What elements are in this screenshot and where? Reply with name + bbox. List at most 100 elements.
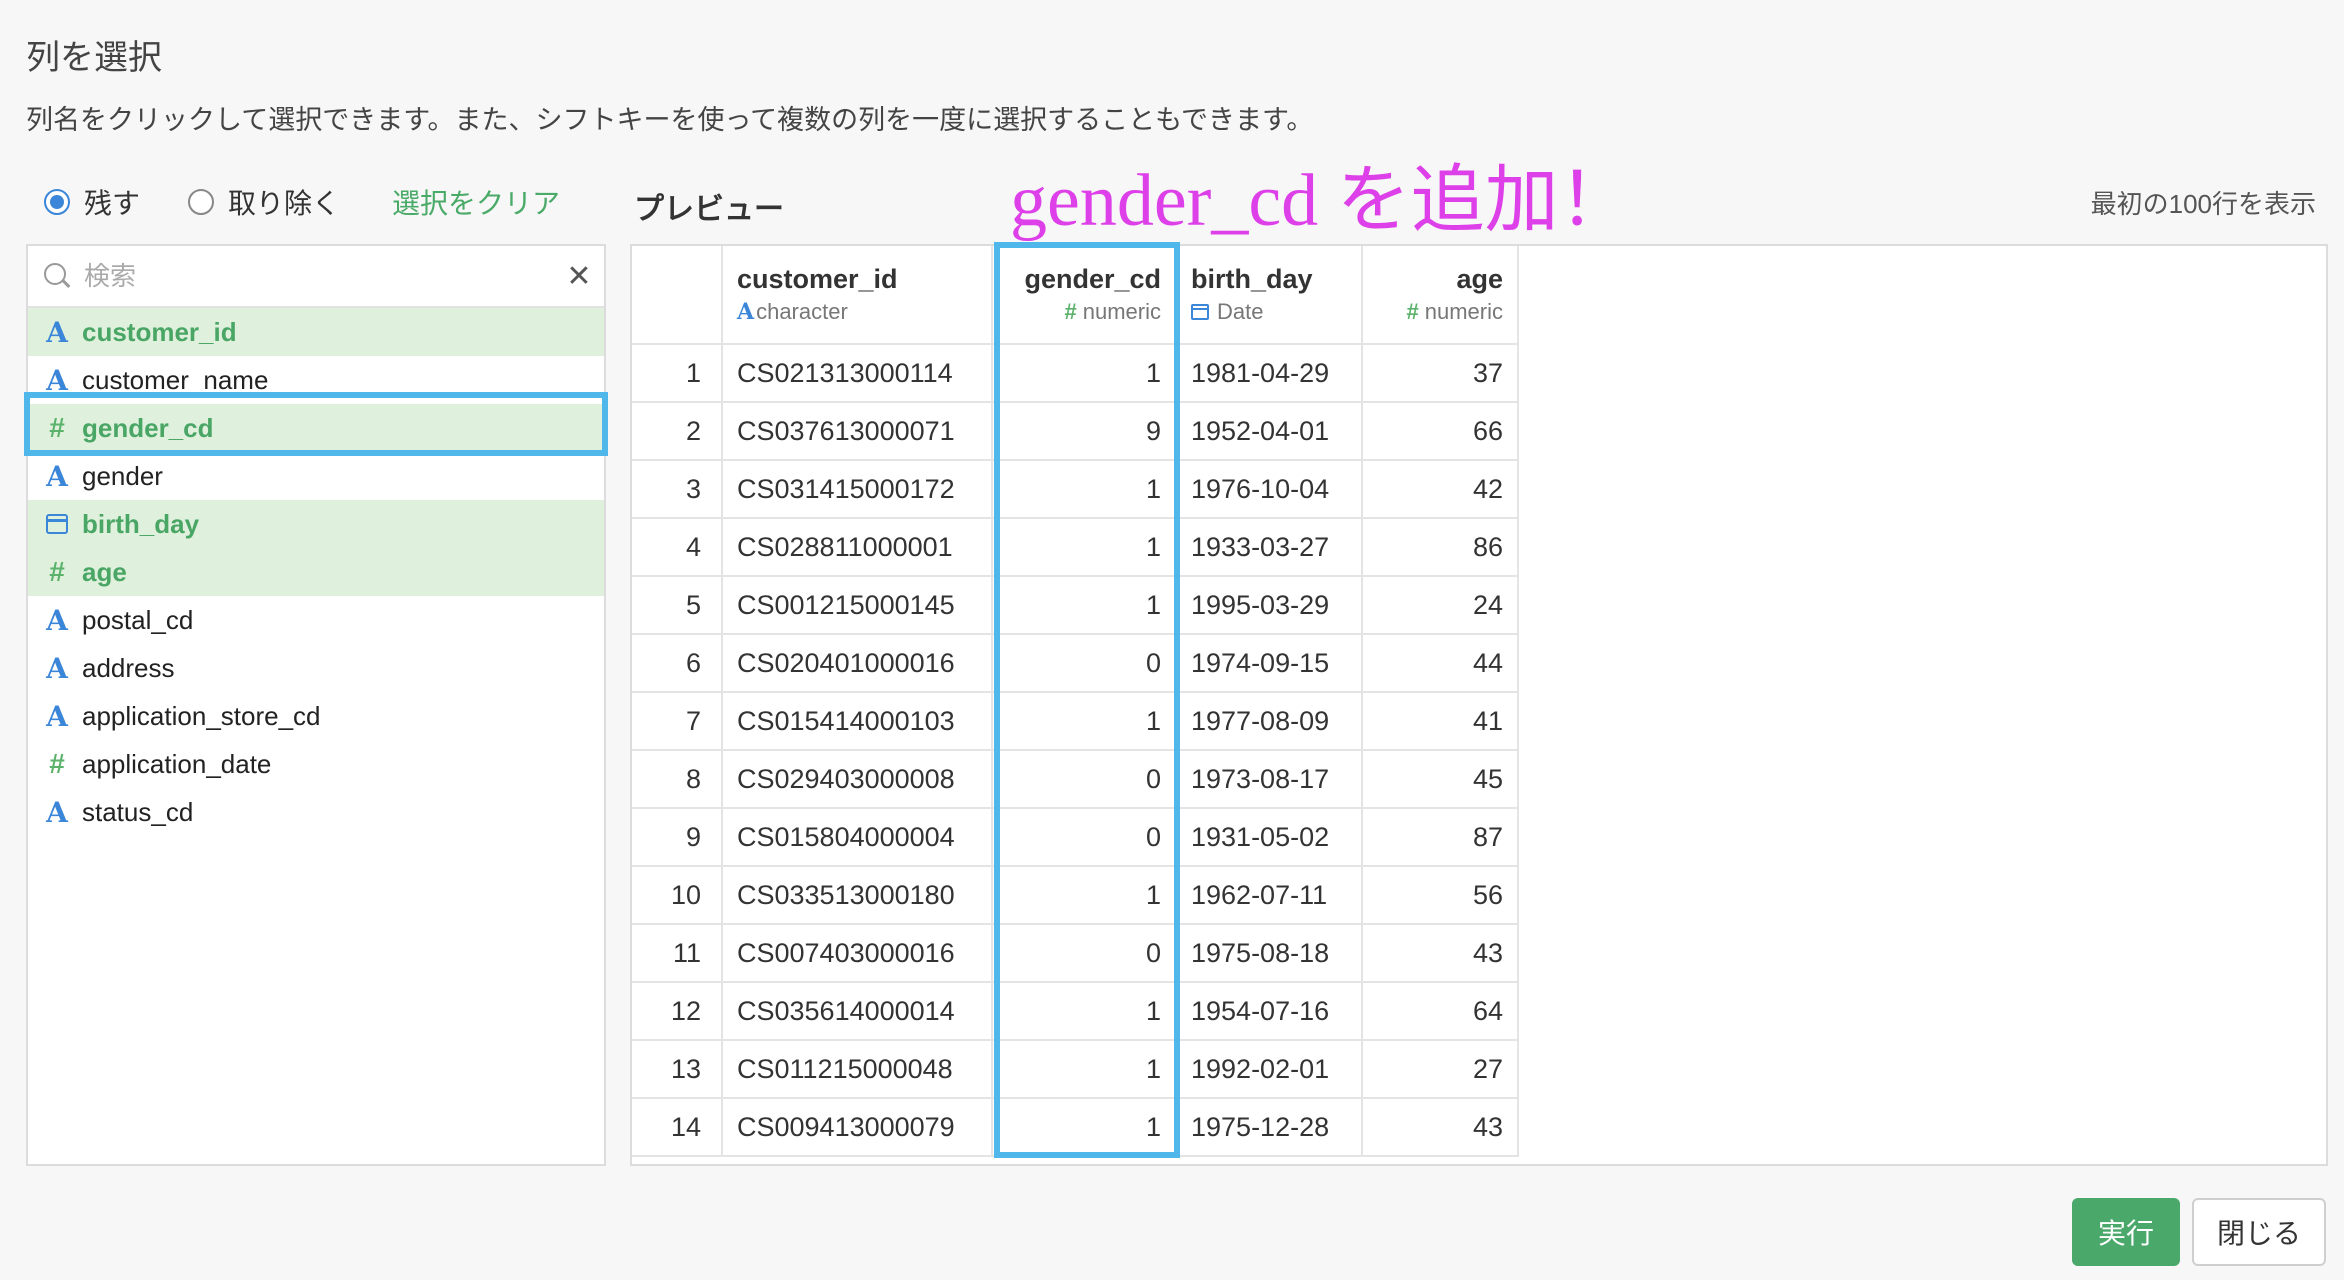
column-item-customer-id[interactable]: Acustomer_id: [28, 308, 604, 356]
row-index-cell: 12: [632, 982, 723, 1041]
age-cell: 27: [1362, 1040, 1519, 1099]
gender-cd-cell: 1: [992, 1040, 1177, 1099]
customer-id-cell: CS011215000048: [722, 1040, 993, 1099]
mode-selector: 残す 取り除く 選択をクリア: [44, 182, 560, 222]
character-type-icon: A: [46, 315, 68, 349]
age-cell: 41: [1362, 692, 1519, 751]
radio-unchecked-icon: [188, 189, 215, 215]
column-item-label: age: [82, 556, 127, 587]
preview-table: customer_id Acharacter gender_cd # numeri…: [632, 246, 1519, 1157]
dialog-description: 列名をクリックして選択できます。また、シフトキーを使って複数の列を一度に選択する…: [26, 105, 1314, 135]
row-index-cell: 13: [632, 1040, 723, 1099]
header-customer-id[interactable]: customer_id Acharacter: [722, 246, 993, 345]
row-index-cell: 2: [632, 402, 723, 461]
clear-selection-link[interactable]: 選択をクリア: [392, 182, 560, 222]
row-index-cell: 7: [632, 692, 723, 751]
gender-cd-cell: 1: [992, 982, 1177, 1041]
preview-title: プレビュー: [634, 193, 784, 226]
remove-radio[interactable]: 取り除く: [188, 182, 340, 222]
header-type: Date: [1191, 299, 1347, 325]
gender-cd-cell: 1: [992, 1098, 1177, 1157]
column-item-application-store-cd[interactable]: Aapplication_store_cd: [28, 692, 604, 740]
table-row: 9 CS015804000004 0 1931-05-02 87: [632, 808, 1519, 867]
run-button[interactable]: 実行: [2072, 1198, 2180, 1266]
column-item-gender-cd[interactable]: # gender_cd: [28, 404, 604, 452]
row-index-cell: 1: [632, 344, 723, 403]
customer-id-cell: CS015414000103: [722, 692, 993, 751]
row-index-cell: 9: [632, 808, 723, 867]
row-index-cell: 11: [632, 924, 723, 983]
header-name: customer_id: [737, 264, 898, 294]
column-item-postal-cd[interactable]: Apostal_cd: [28, 596, 604, 644]
remove-radio-label: 取り除く: [228, 188, 341, 219]
row-index-cell: 3: [632, 460, 723, 519]
customer-id-cell: CS020401000016: [722, 634, 993, 693]
customer-id-cell: CS028811000001: [722, 518, 993, 577]
column-item-label: customer_id: [82, 316, 237, 347]
birth-day-cell: 1952-04-01: [1176, 402, 1363, 461]
radio-checked-icon: [44, 189, 70, 215]
customer-id-cell: CS007403000016: [722, 924, 993, 983]
header-gender-cd[interactable]: gender_cd # numeric: [992, 246, 1177, 345]
birth-day-cell: 1995-03-29: [1176, 576, 1363, 635]
character-type-icon: A: [737, 299, 755, 325]
column-item-age[interactable]: # age: [28, 548, 604, 596]
numeric-type-icon: #: [49, 556, 65, 587]
customer-id-cell: CS035614000014: [722, 982, 993, 1041]
table-row: 7 CS015414000103 1 1977-08-09 41: [632, 692, 1519, 751]
customer-id-cell: CS037613000071: [722, 402, 993, 461]
column-item-status-cd[interactable]: Astatus_cd: [28, 788, 604, 836]
column-item-application-date[interactable]: # application_date: [28, 740, 604, 788]
table-body: 1 CS021313000114 1 1981-04-29 37 2 CS037613000…: [632, 344, 1519, 1157]
age-cell: 86: [1362, 518, 1519, 577]
age-cell: 43: [1362, 924, 1519, 983]
row-index-cell: 4: [632, 518, 723, 577]
table-row: 6 CS020401000016 0 1974-09-15 44: [632, 634, 1519, 693]
gender-cd-cell: 0: [992, 750, 1177, 809]
header-birth-day[interactable]: birth_day Date: [1176, 246, 1363, 345]
column-item-customer-name[interactable]: Acustomer_name: [28, 356, 604, 404]
search-input[interactable]: [84, 260, 554, 292]
table-row: 12 CS035614000014 1 1954-07-16 64: [632, 982, 1519, 1041]
customer-id-cell: CS015804000004: [722, 808, 993, 867]
table-row: 13 CS011215000048 1 1992-02-01 27: [632, 1040, 1519, 1099]
birth-day-cell: 1973-08-17: [1176, 750, 1363, 809]
column-item-label: customer_name: [82, 364, 269, 395]
table-row: 4 CS028811000001 1 1933-03-27 86: [632, 518, 1519, 577]
gender-cd-cell: 1: [992, 344, 1177, 403]
age-cell: 43: [1362, 1098, 1519, 1157]
close-button[interactable]: 閉じる: [2192, 1198, 2326, 1266]
column-item-label: birth_day: [82, 508, 200, 539]
numeric-type-icon: #: [1406, 299, 1419, 324]
customer-id-cell: CS009413000079: [722, 1098, 993, 1157]
header-name: gender_cd: [1024, 264, 1161, 294]
age-cell: 37: [1362, 344, 1519, 403]
character-type-icon: A: [46, 459, 68, 493]
birth-day-cell: 1933-03-27: [1176, 518, 1363, 577]
table-row: 11 CS007403000016 0 1975-08-18 43: [632, 924, 1519, 983]
search-box: ✕: [28, 246, 604, 308]
column-item-birth-day[interactable]: birth_day: [28, 500, 604, 548]
close-icon[interactable]: ✕: [554, 259, 604, 294]
header-type: # numeric: [1406, 299, 1504, 324]
row-index-cell: 5: [632, 576, 723, 635]
index-header: [632, 246, 723, 345]
column-item-label: address: [82, 652, 175, 683]
row-limit-label: 最初の100行を表示: [2090, 189, 2316, 219]
table-row: 2 CS037613000071 9 1952-04-01 66: [632, 402, 1519, 461]
age-cell: 64: [1362, 982, 1519, 1041]
column-list-panel: ✕ Acustomer_idAcustomer_name#gender_cdAg…: [26, 244, 606, 1166]
calendar-icon: [1191, 304, 1209, 320]
annotation-text: gender_cd を追加！: [1010, 160, 1633, 242]
gender-cd-cell: 1: [992, 866, 1177, 925]
keep-radio-label: 残す: [84, 188, 141, 219]
header-age[interactable]: age # numeric: [1362, 246, 1519, 345]
column-item-gender[interactable]: Agender: [28, 452, 604, 500]
keep-radio[interactable]: 残す: [44, 182, 140, 222]
column-item-address[interactable]: Aaddress: [28, 644, 604, 692]
gender-cd-cell: 0: [992, 634, 1177, 693]
numeric-type-icon: #: [49, 412, 65, 443]
gender-cd-cell: 0: [992, 808, 1177, 867]
birth-day-cell: 1975-08-18: [1176, 924, 1363, 983]
column-list: Acustomer_id Acustomer_name # gender_cd Agen…: [28, 308, 604, 836]
